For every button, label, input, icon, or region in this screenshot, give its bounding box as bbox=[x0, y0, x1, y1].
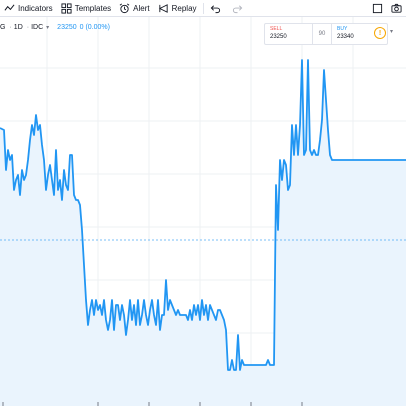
undo-icon bbox=[210, 4, 220, 13]
templates-icon bbox=[61, 2, 72, 14]
sell-label: SELL bbox=[270, 26, 283, 32]
replay-icon bbox=[158, 3, 168, 13]
warning-icon[interactable]: ! bbox=[374, 27, 386, 39]
trade-panel: SELL 23250 90 BUY 23340 bbox=[264, 23, 388, 45]
legend-price: 23250 bbox=[57, 23, 77, 31]
chevron-down-icon[interactable]: ▾ bbox=[46, 24, 49, 31]
screenshot-button[interactable] bbox=[387, 0, 406, 17]
chevron-down-icon[interactable]: ▾ bbox=[390, 28, 393, 35]
replay-label: Replay bbox=[171, 3, 197, 13]
indicators-icon bbox=[4, 4, 15, 11]
legend-symbol[interactable]: G bbox=[0, 24, 5, 31]
legend-change: 0 (0.00%) bbox=[79, 23, 110, 31]
top-toolbar: Indicators Templates Alert Replay bbox=[0, 0, 406, 17]
legend-separator: · bbox=[26, 23, 30, 31]
series-area-fill bbox=[0, 60, 406, 406]
indicators-button[interactable]: Indicators bbox=[0, 0, 57, 17]
templates-label: Templates bbox=[74, 3, 112, 13]
alert-label: Alert bbox=[133, 3, 150, 13]
toolbar-divider bbox=[202, 2, 204, 14]
alert-button[interactable]: Alert bbox=[115, 0, 153, 17]
indicators-label: Indicators bbox=[18, 3, 53, 13]
price-chart[interactable] bbox=[0, 0, 406, 406]
templates-button[interactable]: Templates bbox=[57, 0, 115, 17]
camera-icon bbox=[391, 3, 402, 13]
sell-price: 23250 bbox=[270, 34, 287, 40]
fullscreen-button[interactable] bbox=[368, 0, 387, 17]
legend-separator: · bbox=[9, 23, 12, 31]
legend-interval[interactable]: 1D bbox=[14, 24, 23, 31]
alarm-clock-icon bbox=[119, 3, 130, 13]
replay-button[interactable]: Replay bbox=[154, 0, 201, 17]
spread-value: 90 bbox=[318, 31, 326, 37]
symbol-legend: G · 1D · IDC ▾ 23250 0 (0.00%) bbox=[0, 21, 110, 33]
undo-button[interactable] bbox=[206, 0, 228, 17]
legend-exchange[interactable]: IDC bbox=[31, 24, 43, 31]
redo-icon bbox=[232, 4, 242, 13]
sell-button[interactable]: SELL 23250 bbox=[265, 24, 313, 44]
square-icon bbox=[372, 3, 383, 14]
redo-button[interactable] bbox=[228, 0, 250, 17]
